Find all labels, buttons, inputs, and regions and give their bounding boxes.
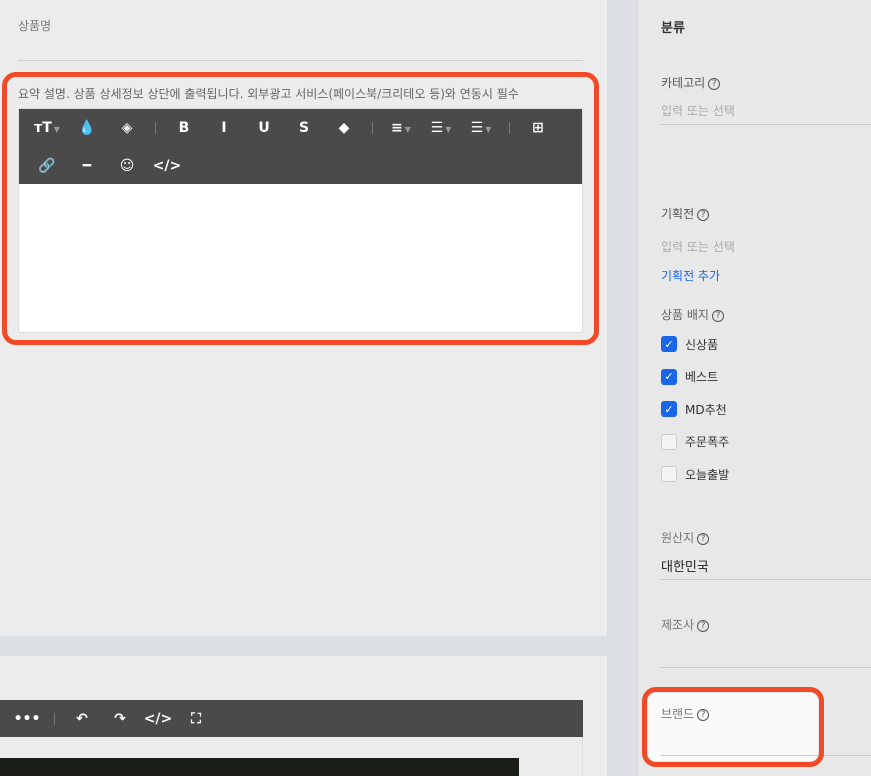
category-underline [661, 124, 871, 125]
product-name-label: 상품명 [18, 19, 52, 33]
more-button[interactable]: ••• [8, 711, 46, 727]
promo-label: 기획전 [661, 207, 695, 221]
maker-label: 제조사 [661, 618, 695, 632]
help-icon[interactable]: ? [711, 310, 724, 322]
badge-checkbox-3[interactable]: 주문폭주 [661, 432, 729, 452]
checkbox-icon[interactable] [661, 433, 677, 450]
badge-label: 베스트 [685, 370, 719, 384]
badge-checkbox-4[interactable]: 오늘출발 [661, 464, 729, 484]
checkbox-icon[interactable]: ✓ [661, 401, 677, 417]
fullscreen-icon: ⛶ [191, 710, 201, 727]
badge-label: 오늘출발 [685, 467, 730, 482]
badge-label: MD추천 [685, 402, 727, 417]
category-label: 카테고리 [661, 76, 706, 90]
badge-checkbox-1[interactable]: ✓ 베스트 [661, 367, 729, 387]
detail-image-block [0, 758, 519, 776]
detail-editor-toolbar: ••• ↶ ↷ </> ⛶ [0, 700, 583, 737]
redo-icon: ↷ [114, 710, 126, 727]
origin-underline [661, 579, 871, 580]
badge-checkbox-0[interactable]: ✓ 신상품 [661, 334, 729, 354]
undo-button[interactable]: ↶ [63, 711, 101, 727]
code-view-button[interactable]: </> [139, 711, 177, 727]
section-title: 분류 [661, 21, 685, 36]
badge-checkbox-2[interactable]: ✓ MD추천 [661, 399, 729, 419]
promo-add-link[interactable]: 기획전 추가 [661, 267, 720, 284]
highlight-box [642, 687, 824, 767]
badge-label: 상품 배지 [661, 308, 709, 322]
category-input[interactable]: 입력 또는 선택 [661, 102, 735, 119]
origin-input[interactable]: 대한민국 [661, 556, 709, 575]
toolbar-divider [54, 712, 55, 725]
badge-label: 주문폭주 [685, 435, 730, 449]
help-icon[interactable]: ? [708, 78, 721, 90]
promo-input[interactable]: 입력 또는 선택 [661, 238, 735, 255]
more-icon: ••• [13, 710, 41, 727]
help-icon[interactable]: ? [697, 620, 710, 632]
checkbox-icon[interactable] [661, 466, 677, 482]
origin-label: 원산지 [661, 531, 695, 545]
product-name-input[interactable] [18, 60, 583, 61]
badge-list: ✓ 신상품 ✓ 베스트 ✓ MD추천주문폭주오늘출발 [661, 334, 729, 497]
maker-input[interactable] [661, 667, 871, 668]
badge-label: 신상품 [685, 337, 719, 352]
redo-button[interactable]: ↷ [101, 711, 139, 727]
checkbox-icon[interactable]: ✓ [661, 368, 677, 385]
checkbox-icon[interactable]: ✓ [661, 336, 677, 352]
fullscreen-button[interactable]: ⛶ [177, 711, 215, 727]
highlight-box [2, 72, 599, 345]
help-icon[interactable]: ? [697, 533, 710, 545]
undo-icon: ↶ [76, 710, 88, 727]
help-icon[interactable]: ? [697, 209, 710, 221]
code-view-icon: </> [143, 710, 173, 727]
